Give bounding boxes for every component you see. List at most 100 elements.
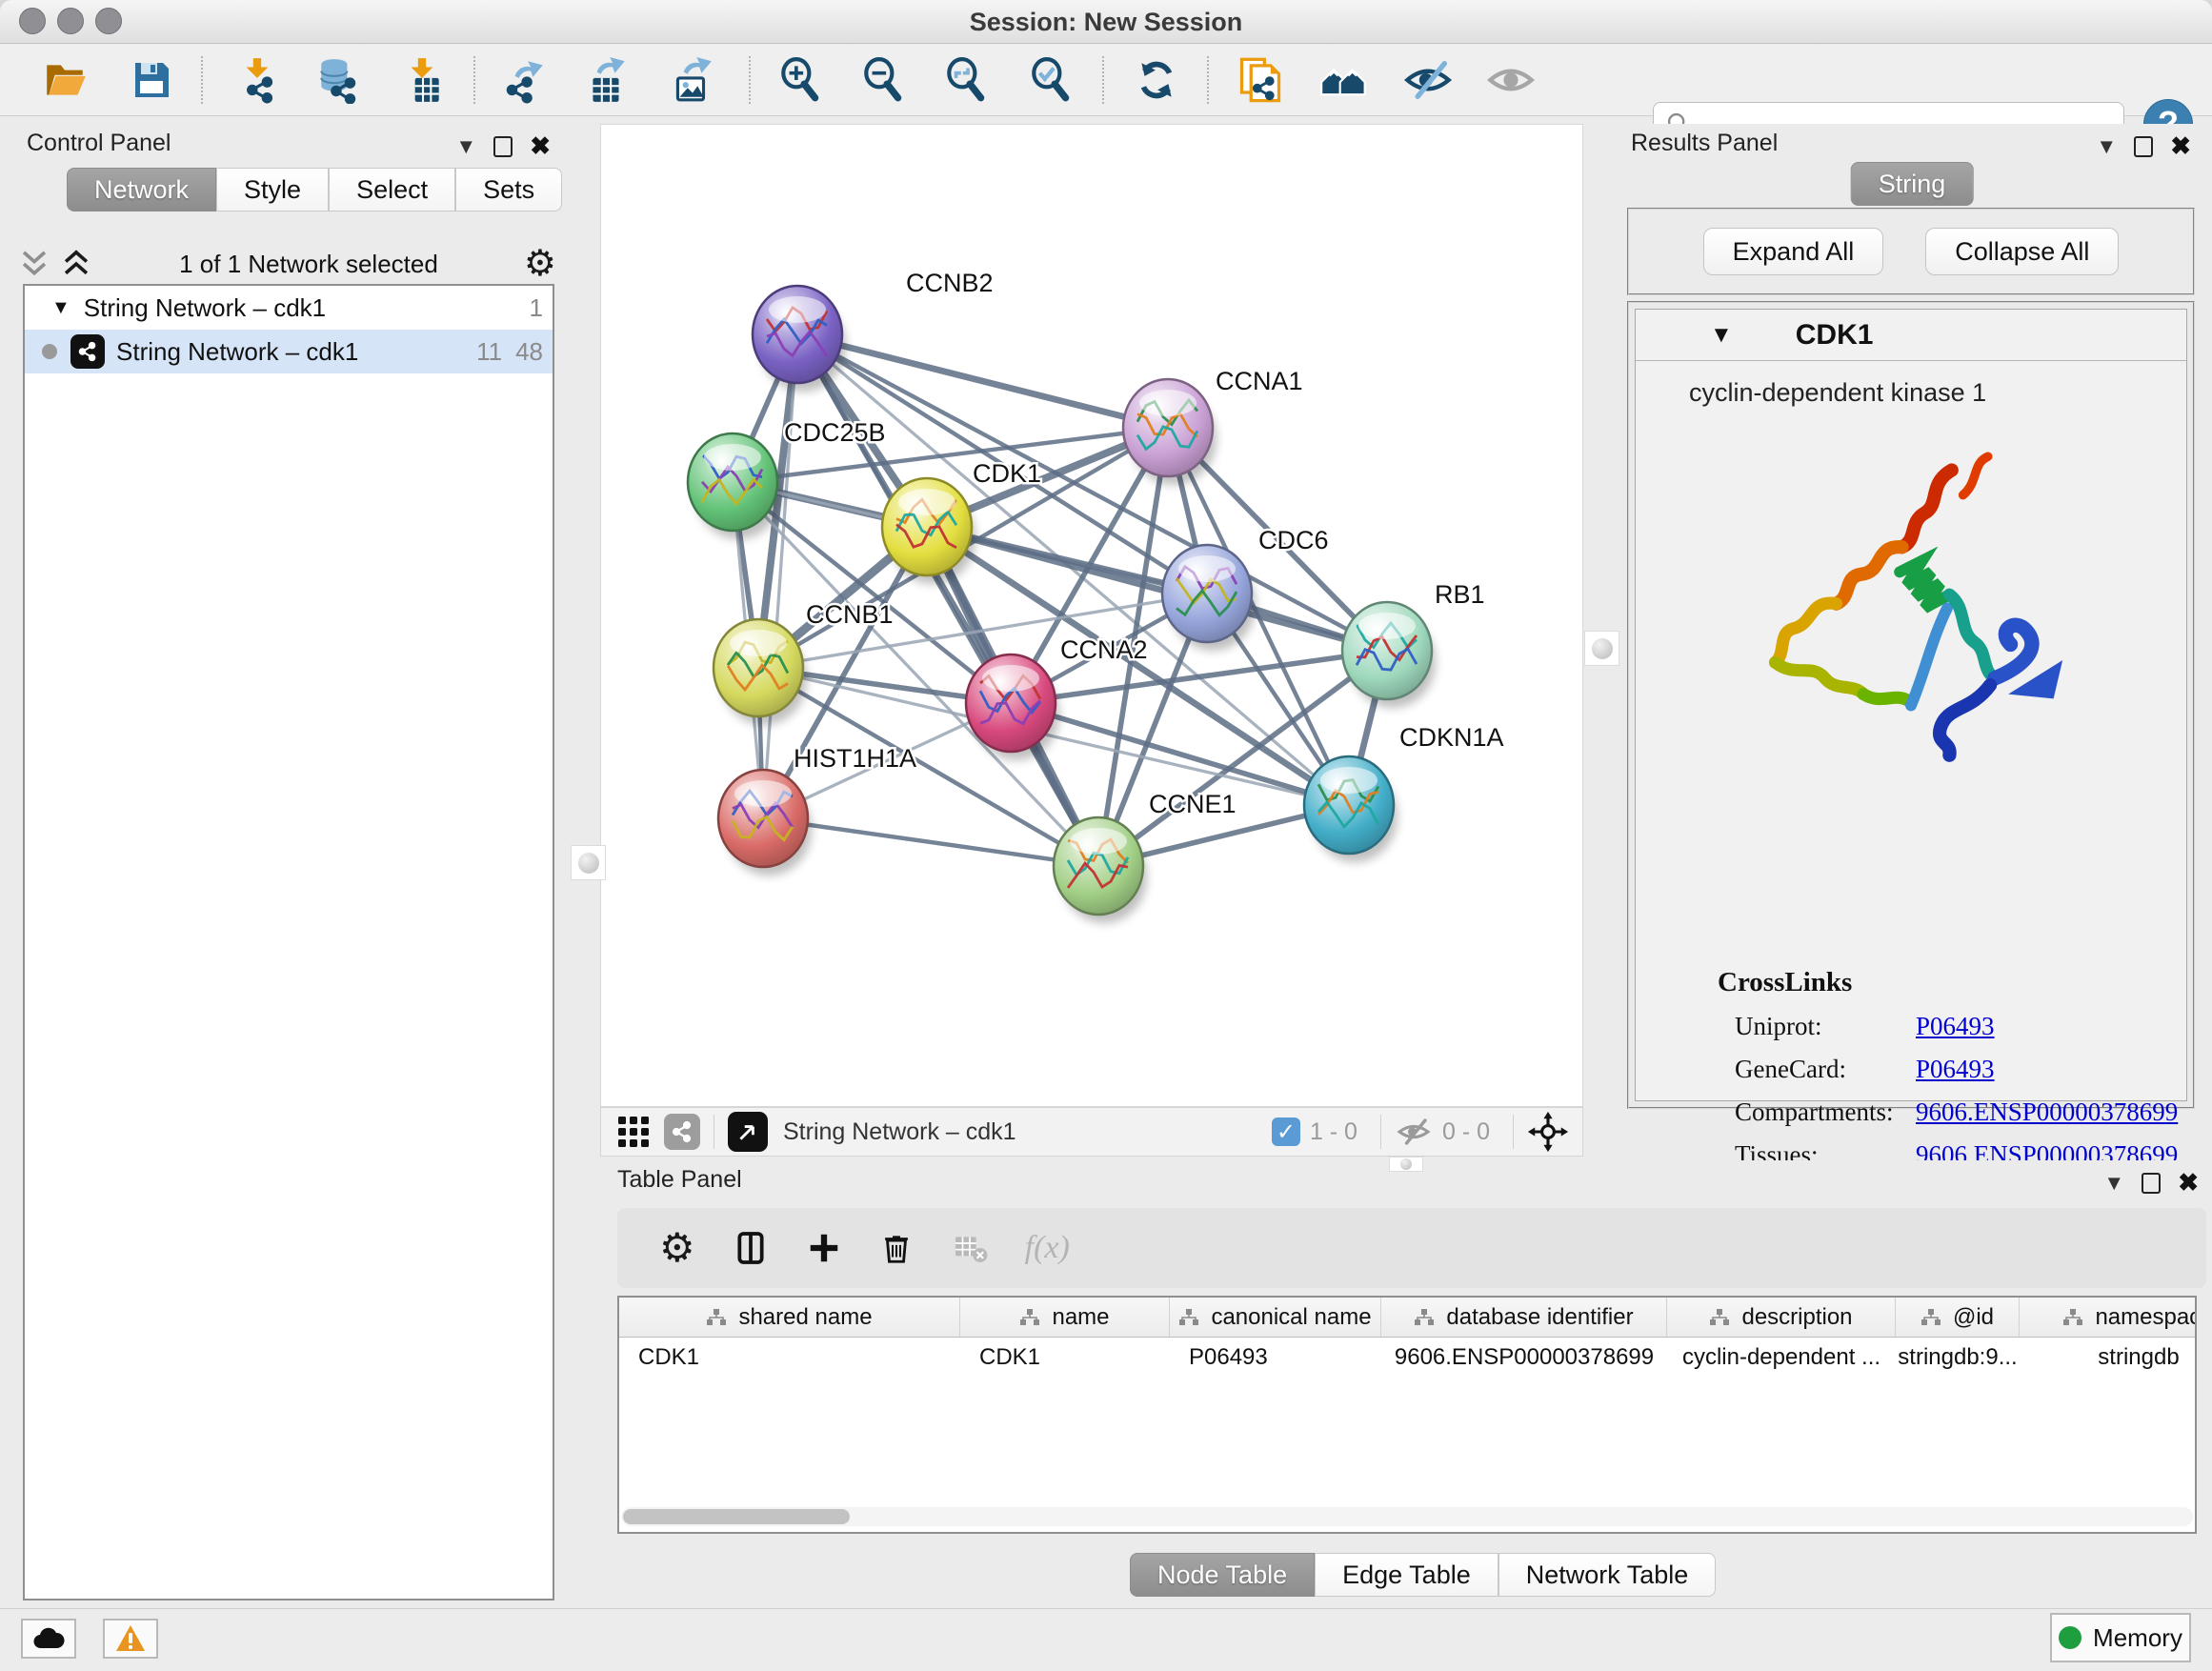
- network-options-gear-icon[interactable]: ⚙: [524, 246, 556, 282]
- warnings-button[interactable]: [103, 1619, 158, 1659]
- export-image-button[interactable]: [664, 52, 719, 108]
- entry-expander-icon[interactable]: ▼: [1710, 322, 1733, 349]
- column-header[interactable]: @id: [1896, 1298, 2020, 1337]
- table-cell[interactable]: CDK1: [619, 1338, 960, 1378]
- column-header[interactable]: database identifier: [1381, 1298, 1667, 1337]
- close-panel-icon[interactable]: ✖: [530, 131, 551, 161]
- close-panel-icon[interactable]: ✖: [2178, 1168, 2199, 1198]
- horizontal-scrollbar[interactable]: [621, 1507, 2193, 1526]
- save-session-button[interactable]: [124, 52, 179, 108]
- table-cell[interactable]: 9606.ENSP00000378699: [1381, 1338, 1667, 1378]
- left-splitter-handle[interactable]: [571, 845, 606, 880]
- close-panel-icon[interactable]: ✖: [2170, 131, 2191, 161]
- zoom-selected-button[interactable]: [1023, 52, 1078, 108]
- birdseye-navigator-icon[interactable]: [1527, 1111, 1569, 1153]
- network-edge[interactable]: [763, 818, 1098, 866]
- network-canvas[interactable]: CCNB2CCNA1CDC25BCDK1CDC6RB1CCNB1CCNA2CDK…: [600, 124, 1583, 1107]
- export-table-button[interactable]: [579, 52, 634, 108]
- panel-menu-icon[interactable]: ▼: [455, 134, 476, 159]
- import-network-file-button[interactable]: [231, 52, 286, 108]
- results-panel-title: Results Panel: [1631, 130, 1778, 157]
- bottom-splitter-handle[interactable]: [1389, 1157, 1423, 1172]
- table-options-gear-icon[interactable]: ⚙: [659, 1228, 695, 1268]
- table-cell[interactable]: cyclin-dependent ...: [1667, 1338, 1896, 1378]
- column-header[interactable]: shared name: [619, 1298, 960, 1337]
- table-cell[interactable]: CDK1: [960, 1338, 1170, 1378]
- scrollbar-thumb[interactable]: [623, 1509, 850, 1524]
- network-node-cdkn1a[interactable]: [1304, 756, 1398, 862]
- panel-menu-icon[interactable]: ▼: [2103, 1171, 2124, 1196]
- import-network-database-button[interactable]: [311, 52, 366, 108]
- apply-layout-button[interactable]: [1129, 52, 1184, 108]
- crosslink-link[interactable]: 9606.ENSP00000378699: [1916, 1097, 2178, 1127]
- network-collection-row[interactable]: ▼ String Network – cdk1 1: [25, 286, 553, 330]
- delete-column-icon[interactable]: [878, 1230, 915, 1266]
- network-node-ccna1[interactable]: [1123, 379, 1217, 485]
- network-from-clipboard-button[interactable]: [1233, 52, 1288, 108]
- grid-view-icon[interactable]: [616, 1115, 651, 1149]
- show-columns-icon[interactable]: [732, 1229, 770, 1267]
- selected-nodes-checkbox-icon[interactable]: ✓: [1272, 1117, 1300, 1146]
- expand-all-networks-icon[interactable]: [59, 248, 93, 280]
- collapse-all-networks-icon[interactable]: [17, 248, 51, 280]
- column-header[interactable]: name: [960, 1298, 1170, 1337]
- memory-button[interactable]: Memory: [2050, 1613, 2191, 1662]
- network-node-ccnb2[interactable]: [753, 286, 846, 392]
- network-node-cdc6[interactable]: [1162, 545, 1256, 651]
- column-header[interactable]: canonical name: [1170, 1298, 1381, 1337]
- table-row[interactable]: CDK1CDK1P064939606.ENSP00000378699cyclin…: [619, 1338, 2195, 1378]
- results-scroll-area[interactable]: ▼ CDK1 cyclin-dependent kinase 1: [1627, 301, 2195, 1109]
- tab-style[interactable]: Style: [216, 168, 329, 211]
- add-column-icon[interactable]: [806, 1230, 842, 1266]
- crosslink-link[interactable]: P06493: [1916, 1012, 1995, 1041]
- zoom-out-button[interactable]: [855, 52, 911, 108]
- table-cell[interactable]: stringdb: [2020, 1338, 2197, 1378]
- right-splitter-handle[interactable]: [1584, 631, 1619, 666]
- float-panel-icon[interactable]: [493, 136, 513, 157]
- network-node-rb1[interactable]: [1342, 602, 1436, 708]
- panel-menu-icon[interactable]: ▼: [2096, 134, 2117, 159]
- table-cell[interactable]: P06493: [1170, 1338, 1381, 1378]
- cloud-icon: [32, 1626, 65, 1651]
- float-panel-icon[interactable]: [2134, 136, 2153, 157]
- collection-expander-icon[interactable]: ▼: [51, 297, 70, 319]
- string-home-button[interactable]: [1317, 52, 1372, 108]
- zoom-in-button[interactable]: [773, 52, 828, 108]
- network-row[interactable]: String Network – cdk1 11 48: [25, 330, 553, 373]
- crosslink-link[interactable]: P06493: [1916, 1055, 1995, 1084]
- node-table[interactable]: shared namenamecanonical namedatabase id…: [617, 1296, 2197, 1534]
- tab-node-table[interactable]: Node Table: [1130, 1553, 1315, 1597]
- cloud-status-button[interactable]: [21, 1619, 76, 1659]
- collapse-all-button[interactable]: Collapse All: [1925, 228, 2119, 275]
- tab-network[interactable]: Network: [67, 168, 216, 211]
- network-node-hist1h1a[interactable]: [718, 770, 812, 876]
- tab-string[interactable]: String: [1851, 162, 1974, 206]
- tab-sets[interactable]: Sets: [455, 168, 562, 211]
- network-node-cdk1[interactable]: [882, 478, 975, 584]
- tab-select[interactable]: Select: [329, 168, 455, 211]
- crosslinks-title: CrossLinks: [1718, 967, 2186, 998]
- float-panel-icon[interactable]: [2142, 1173, 2161, 1194]
- tab-network-table[interactable]: Network Table: [1498, 1553, 1717, 1597]
- expand-all-button[interactable]: Expand All: [1703, 228, 1884, 275]
- detach-view-icon[interactable]: [728, 1112, 768, 1152]
- hidden-elements-icon[interactable]: [1395, 1115, 1433, 1149]
- import-table-button[interactable]: [395, 52, 451, 108]
- hidden-counter: 0 - 0: [1442, 1118, 1490, 1146]
- column-header[interactable]: namespace: [2020, 1298, 2197, 1337]
- open-session-button[interactable]: [38, 52, 93, 108]
- gene-entry-header[interactable]: ▼ CDK1: [1636, 310, 2186, 361]
- zoom-fit-button[interactable]: [938, 52, 994, 108]
- hide-glass-images-button[interactable]: [1400, 52, 1456, 108]
- network-edge-count: 48: [515, 337, 543, 367]
- network-node-ccnb1[interactable]: [714, 619, 807, 725]
- network-node-cdc25b[interactable]: [688, 433, 781, 539]
- table-cell[interactable]: stringdb:9...: [1896, 1338, 2020, 1378]
- network-node-ccna2[interactable]: [966, 654, 1059, 760]
- network-node-ccne1[interactable]: [1054, 817, 1147, 923]
- show-labels-button[interactable]: [1483, 52, 1538, 108]
- tab-edge-table[interactable]: Edge Table: [1315, 1553, 1498, 1597]
- export-network-button[interactable]: [497, 52, 553, 108]
- network-view-share-icon[interactable]: [664, 1114, 700, 1150]
- column-header[interactable]: description: [1667, 1298, 1896, 1337]
